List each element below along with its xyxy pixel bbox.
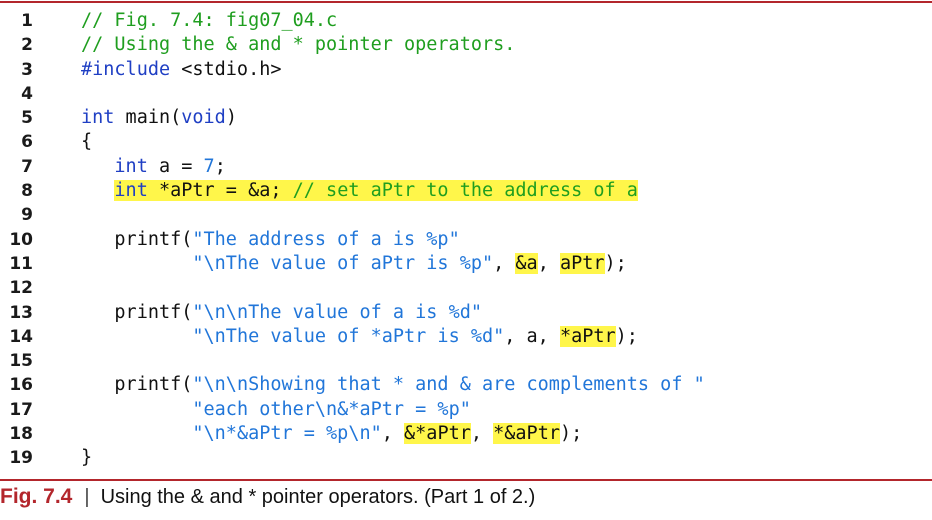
code-text: int *aPtr = &a; // set aPtr to the addre… [114,180,638,202]
line-number: 2 [21,35,33,56]
line-number: 15 [9,351,33,372]
code-text: printf("The address of a is %p" [81,228,460,250]
line-number: 11 [9,253,33,274]
line-number: 9 [21,205,33,226]
line-number: 10 [9,229,33,250]
line-number: 5 [21,108,33,129]
caption-separator: | [84,486,90,508]
line-number: 8 [21,181,33,202]
code-text: "\nThe value of aPtr is %p", &a, aPtr); [192,252,627,274]
bottom-rule [0,479,932,481]
code-text: // Using the & and * pointer operators. [81,34,516,56]
code-text: "\n*&aPtr = %p\n", &*aPtr, *&aPtr); [192,423,583,445]
code-line: 4 [0,82,932,106]
code-line: 3 #include <stdio.h> [0,58,932,82]
code-line: 16 printf("\n\nShowing that * and & are … [0,373,932,397]
code-line: 18 "\n*&aPtr = %p\n", &*aPtr, *&aPtr); [0,422,932,446]
code-line: 11 "\nThe value of aPtr is %p", &a, aPtr… [0,252,932,276]
code-text: "\nThe value of *aPtr is %d", a, *aPtr); [192,325,638,347]
code-text: int a = 7; [114,155,226,177]
code-line: 12 [0,276,932,300]
code-line-highlighted: 8 int *aPtr = &a; // set aPtr to the add… [0,179,932,203]
line-number: 13 [9,302,33,323]
code-text: { [81,131,93,153]
code-line: 10 printf("The address of a is %p" [0,228,932,252]
code-line: 14 "\nThe value of *aPtr is %d", a, *aPt… [0,325,932,349]
code-line: 6{ [0,130,932,154]
code-text: printf("\n\nThe value of a is %d" [81,301,482,323]
line-number: 6 [21,132,33,153]
line-number: 17 [9,399,33,420]
code-line: 2 // Using the & and * pointer operators. [0,33,932,57]
line-number: 14 [9,326,33,347]
code-text: // Fig. 7.4: fig07_04.c [81,10,338,31]
code-text: } [81,447,93,469]
code-text: int main(void) [81,107,237,129]
line-number: 19 [9,448,33,469]
code-line: 13 printf("\n\nThe value of a is %d" [0,301,932,325]
line-number: 1 [21,11,33,31]
figure-number: Fig. 7.4 [0,485,73,508]
line-number: 16 [9,375,33,396]
code-line: 9 [0,203,932,227]
code-text: "each other\n&*aPtr = %p" [192,398,471,420]
line-number: 7 [21,156,33,177]
caption-text-before: Using the [100,486,191,508]
code-line: 5 int main(void) [0,106,932,130]
caption-text-middle: and [203,486,249,508]
line-number: 18 [9,424,33,445]
line-number: 3 [21,59,33,80]
caption-text-after: pointer operators. (Part 1 of 2.) [256,486,536,508]
code-listing: 1 // Fig. 7.4: fig07_04.c 2 // Using the &… [0,9,932,471]
line-number: 12 [9,278,33,299]
top-rule [0,1,932,3]
code-line: 1 // Fig. 7.4: fig07_04.c [0,9,932,33]
code-line: 7 int a = 7; [0,155,932,179]
code-text: printf("\n\nShowing that * and & are com… [81,374,705,396]
line-number: 4 [21,83,33,104]
code-line: 19} [0,446,932,470]
code-text: #include <stdio.h> [81,58,282,80]
figure-caption: Fig. 7.4 | Using the & and * pointer opera… [0,485,535,509]
code-line: 15 [0,349,932,373]
code-line: 17 "each other\n&*aPtr = %p" [0,398,932,422]
caption-amp-operator: & [190,486,204,508]
